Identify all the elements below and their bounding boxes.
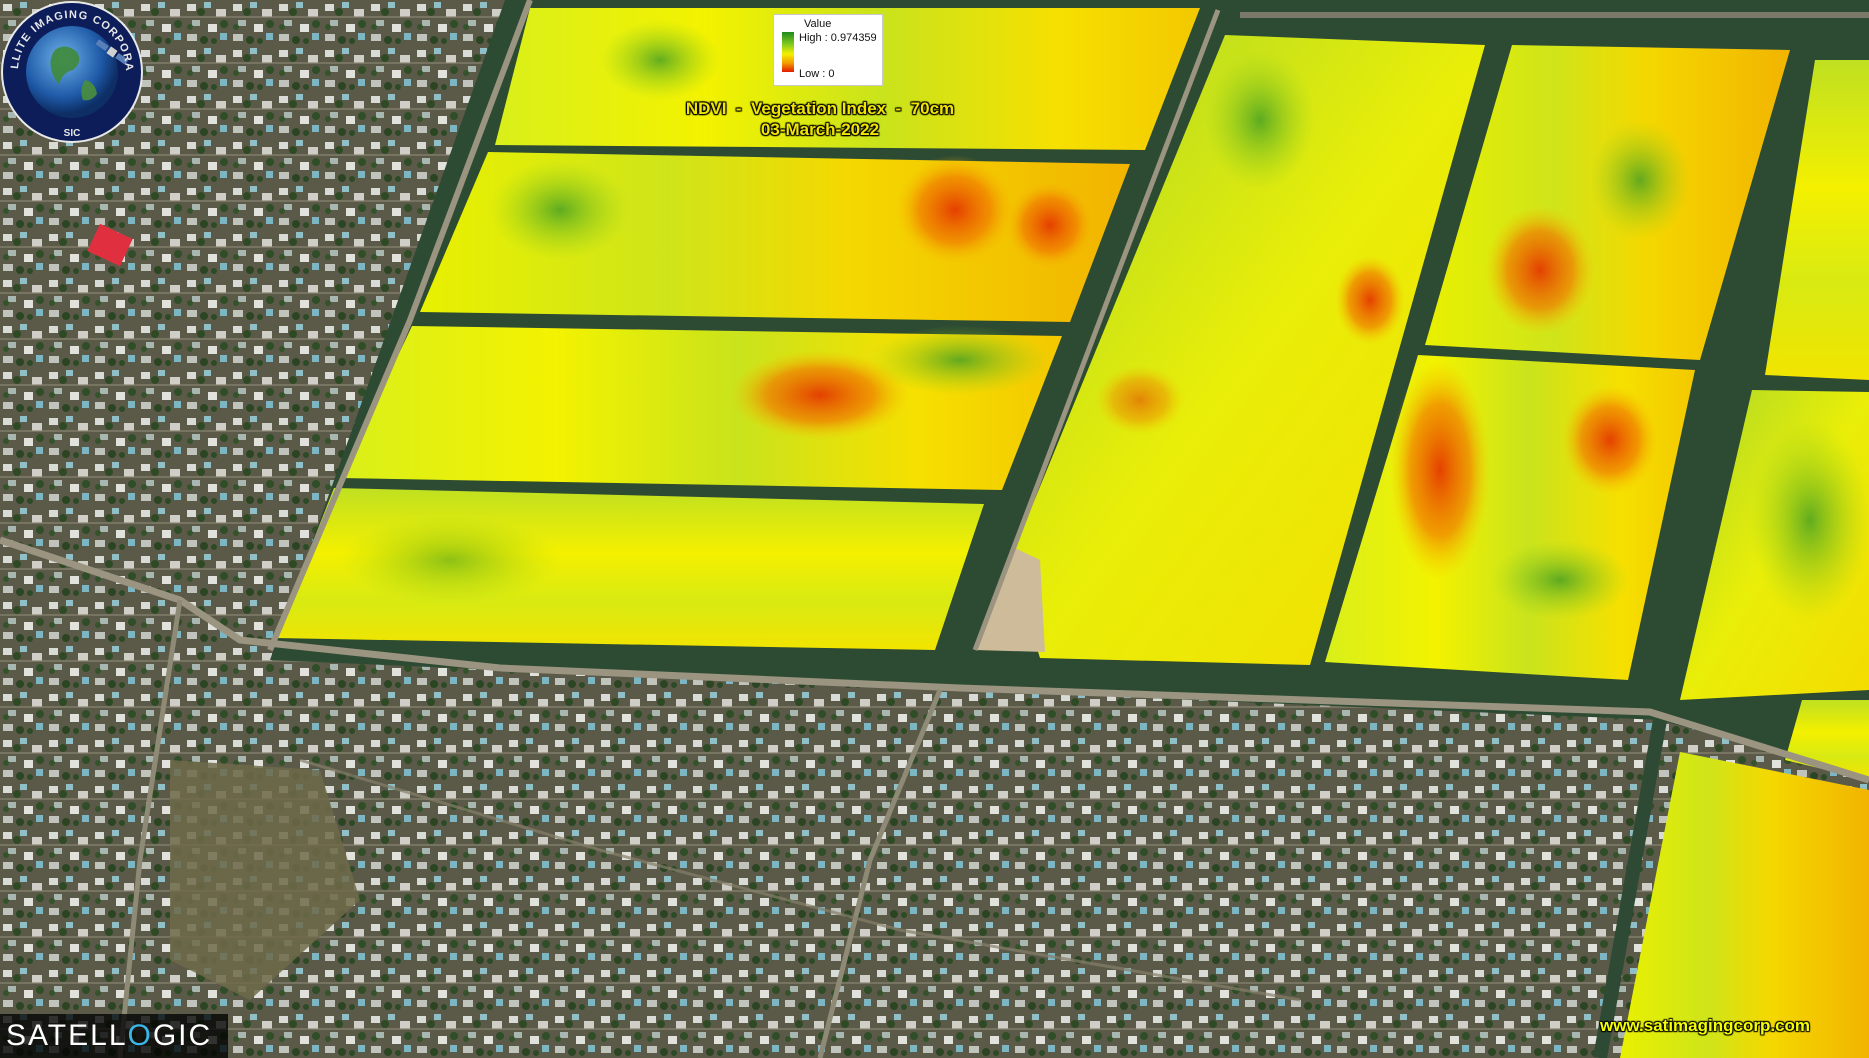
low-vegetation-patch [1562, 385, 1658, 495]
low-vegetation-patch [1005, 180, 1095, 270]
map-title: NDVI - Vegetation Index - 70cm 03-March-… [686, 98, 954, 140]
low-vegetation-patch [1390, 360, 1490, 580]
brand-mark: O [127, 1019, 153, 1052]
high-vegetation-patch [1205, 50, 1315, 190]
legend-low-label: Low : 0 [799, 68, 835, 80]
legend-color-ramp [782, 32, 794, 72]
high-vegetation-patch [340, 515, 560, 605]
map-title-date: 03-March-2022 [760, 120, 880, 139]
high-vegetation-patch [1590, 120, 1690, 240]
high-vegetation-patch [490, 160, 630, 260]
legend-high-label: High : 0.974359 [799, 32, 877, 44]
brand-text-start: SATELL [6, 1019, 128, 1052]
high-vegetation-patch [1490, 540, 1630, 620]
brand-text-end: GIC [152, 1019, 213, 1052]
map-canvas[interactable]: Value High : 0.974359 Low : 0 NDVI - Veg… [0, 0, 1869, 1058]
satellite-imagery [0, 0, 1869, 1058]
satellogic-logo: SATELLOGIC [0, 1014, 228, 1058]
ndvi-legend: Value High : 0.974359 Low : 0 [773, 14, 883, 86]
high-vegetation-patch [1750, 420, 1869, 620]
legend-title: Value [804, 18, 832, 30]
seal-center-text: SIC [64, 128, 81, 139]
low-vegetation-patch [1095, 365, 1185, 435]
high-vegetation-patch [870, 325, 1050, 395]
low-vegetation-patch [1335, 255, 1405, 345]
sic-seal: SATELLITE IMAGING CORPORATION SIC [0, 0, 143, 143]
map-title-line1: NDVI - Vegetation Index - 70cm [685, 99, 955, 118]
earth-globe-icon [26, 26, 118, 118]
low-vegetation-patch [895, 155, 1015, 265]
low-vegetation-patch [1485, 205, 1595, 335]
website-link[interactable]: www.satimagingcorp.com [1600, 1016, 1810, 1036]
high-vegetation-patch [600, 20, 720, 100]
